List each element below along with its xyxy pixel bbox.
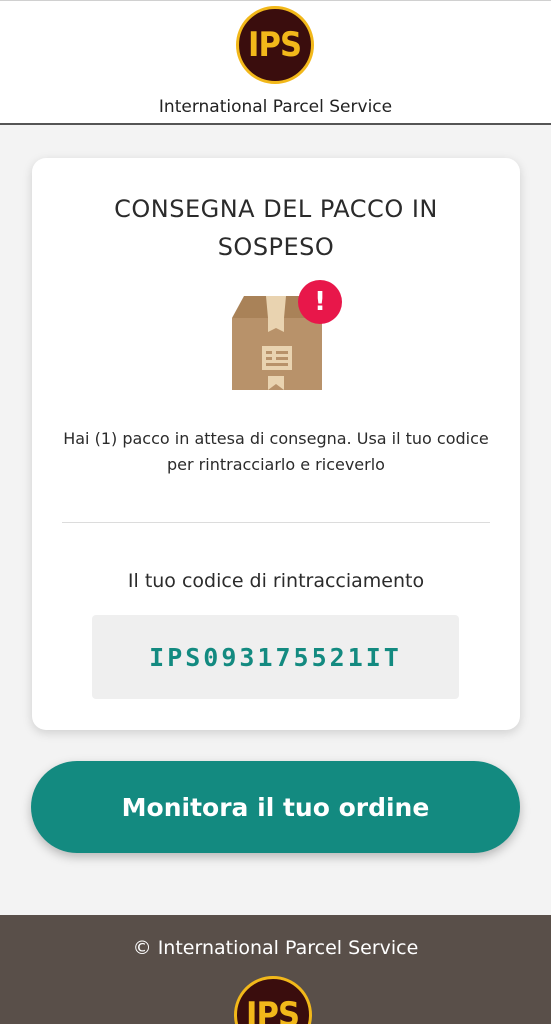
alert-symbol: !: [314, 287, 326, 317]
tracking-code-box[interactable]: IPS093175521IT: [92, 615, 459, 699]
card-title: CONSEGNA DEL PACCO IN SOSPESO: [114, 195, 438, 261]
logo-text: IPS: [248, 25, 302, 65]
ips-logo: IPS: [236, 6, 314, 84]
track-order-button[interactable]: Monitora il tuo ordine: [31, 761, 520, 853]
footer-ips-logo: IPS: [234, 976, 312, 1024]
footer-copyright: © International Parcel Service: [132, 937, 419, 959]
package-illustration: !: [228, 278, 350, 390]
header: IPS International Parcel Service: [0, 0, 551, 125]
header-subtitle: International Parcel Service: [158, 97, 393, 117]
tracking-code[interactable]: IPS093175521IT: [149, 643, 402, 672]
package-icon: [232, 280, 342, 390]
footer-logo-text: IPS: [246, 995, 300, 1024]
footer: © International Parcel Service IPS: [0, 915, 551, 1024]
pending-message: Hai (1) pacco in attesa di consegna. Usa…: [63, 429, 489, 474]
tracking-label: Il tuo codice di rintracciamento: [127, 570, 425, 592]
divider: [62, 522, 490, 523]
delivery-card: CONSEGNA DEL PACCO IN SOSPESO ! Hai (1) …: [32, 158, 520, 730]
